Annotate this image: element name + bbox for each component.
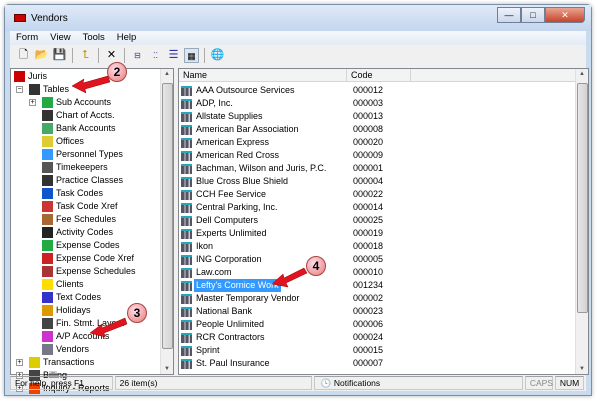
callout-4: 4 [306, 256, 326, 276]
arrow-to-tables [71, 75, 111, 94]
arrow-to-vendors [89, 317, 128, 338]
callout-2: 2 [107, 62, 127, 82]
callout-3: 3 [127, 303, 147, 323]
arrow-to-lefty [271, 267, 308, 288]
annotation-arrows [71, 75, 308, 338]
